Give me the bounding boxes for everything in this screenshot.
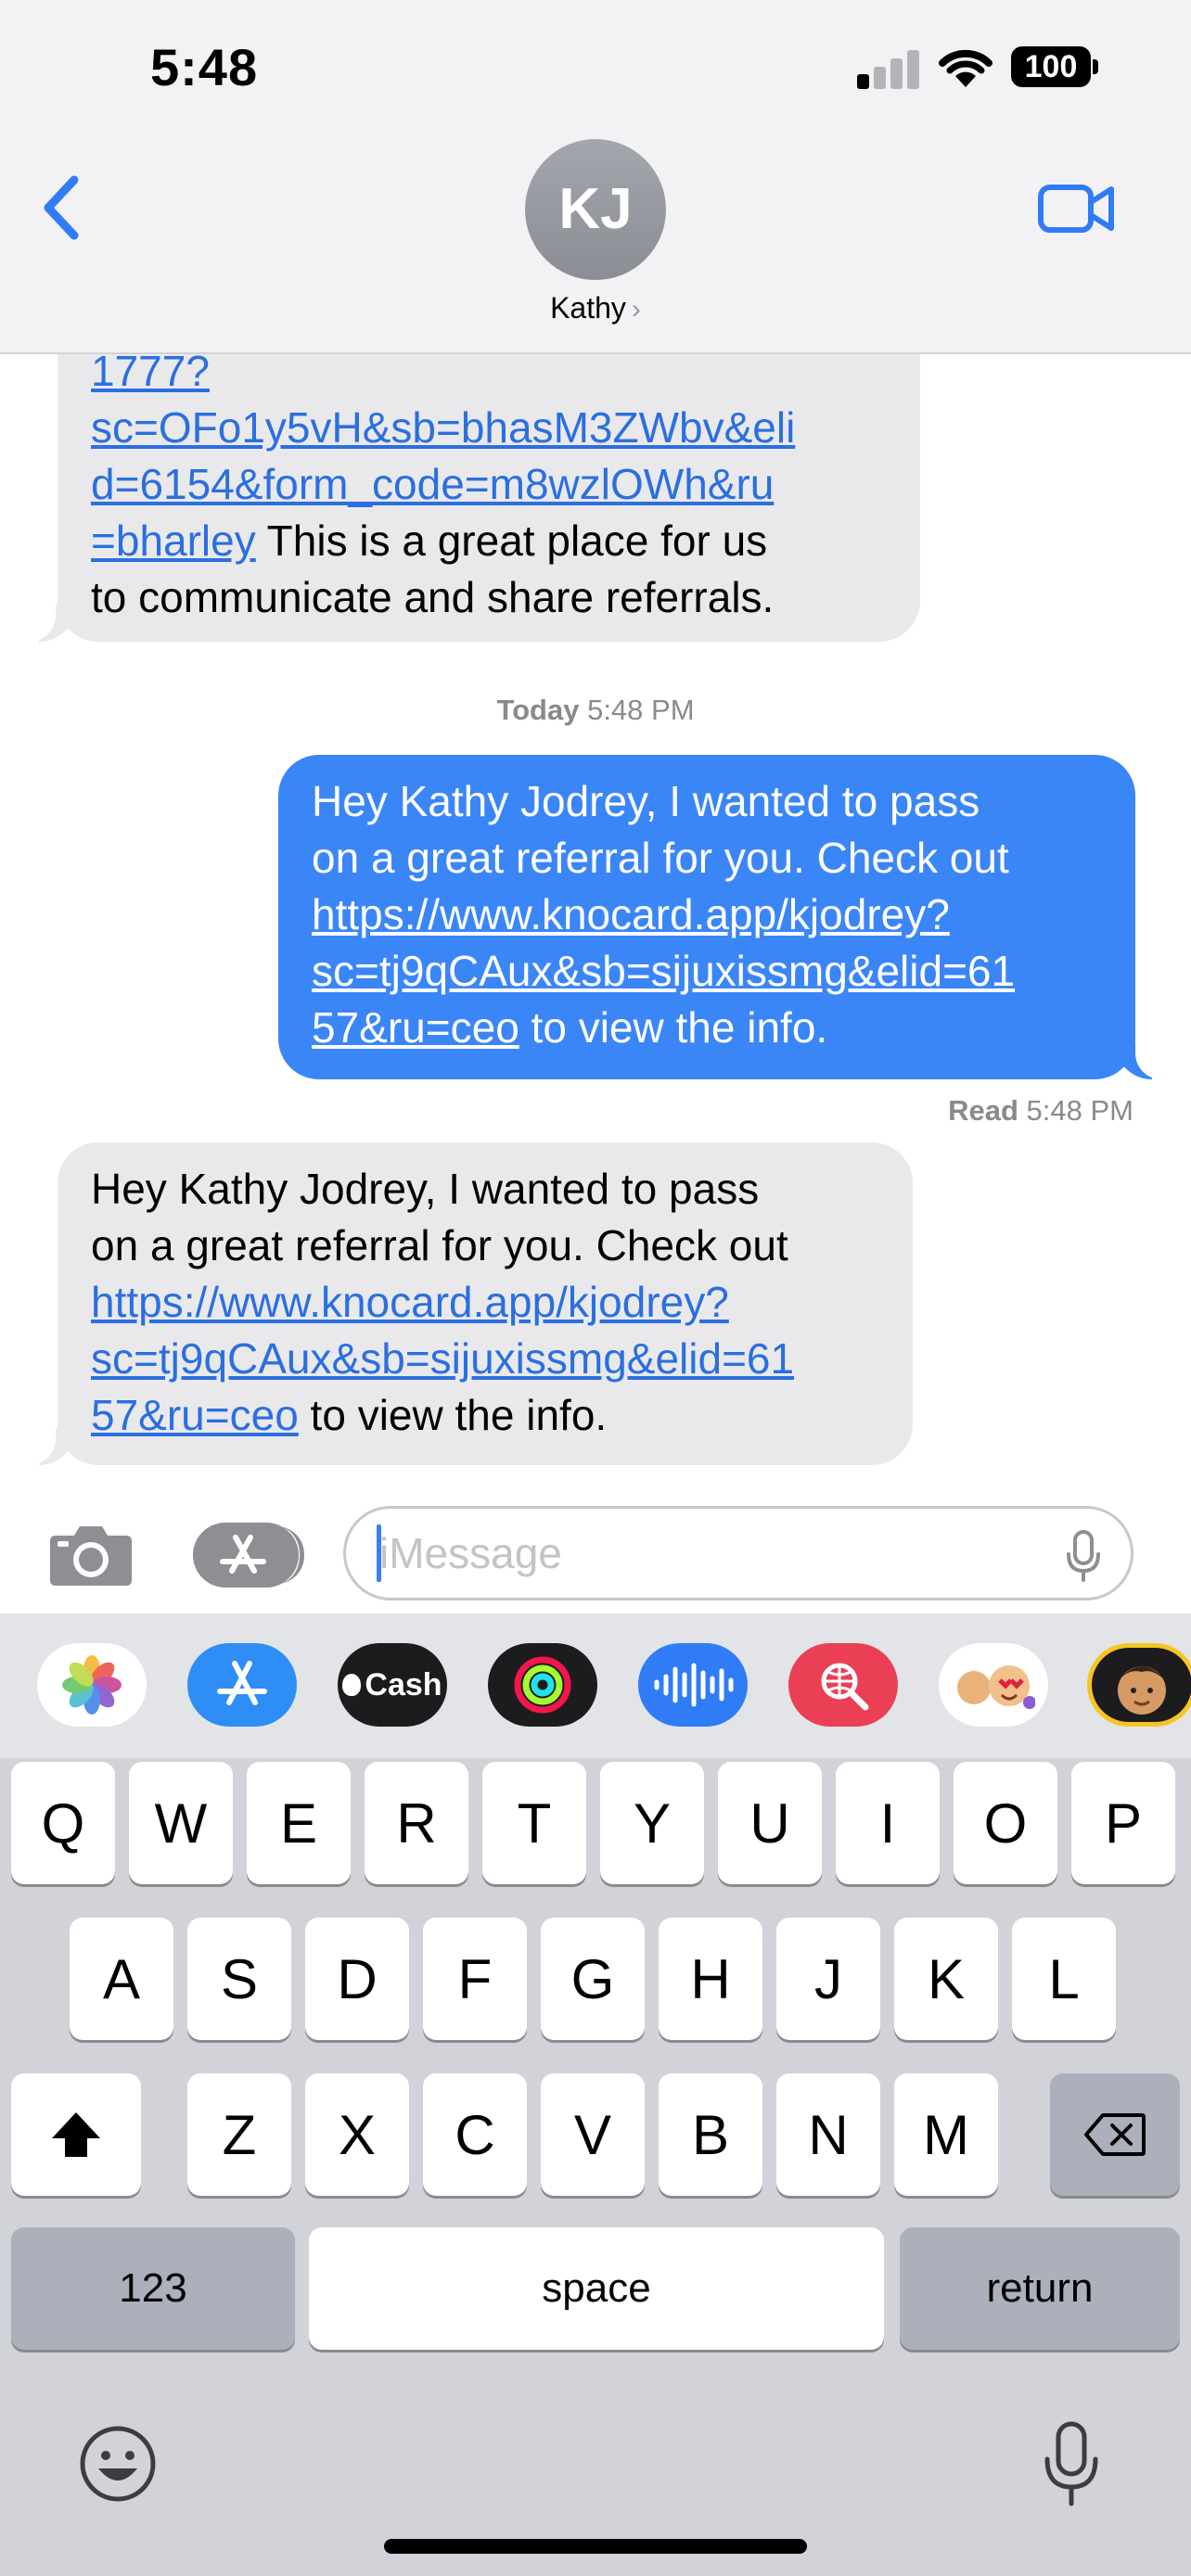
memoji-stickers-icon[interactable] (939, 1643, 1048, 1727)
key-t[interactable]: T (482, 1762, 586, 1884)
dictation-mic-icon[interactable] (1065, 1530, 1102, 1584)
apps-button-edge (276, 1526, 304, 1584)
key-l[interactable]: L (1012, 1918, 1116, 2040)
app-store-icon (220, 1535, 266, 1574)
key-a[interactable]: A (70, 1918, 173, 2040)
text-cursor (377, 1524, 381, 1582)
contact-avatar[interactable]: KJ (525, 139, 666, 280)
key-u[interactable]: U (718, 1762, 822, 1884)
battery-indicator: 100 (1011, 46, 1091, 87)
apps-button[interactable] (193, 1523, 304, 1588)
numbers-key[interactable]: 123 (11, 2227, 295, 2350)
key-w[interactable]: W (129, 1762, 233, 1884)
conversation-header: 5:48 100 KJ Kathy › (0, 0, 1191, 354)
message-text: to view the info. (519, 1003, 828, 1052)
key-s[interactable]: S (187, 1918, 291, 2040)
key-k[interactable]: K (894, 1918, 998, 2040)
cellular-signal-icon (857, 48, 920, 89)
app-store-icon[interactable] (187, 1643, 297, 1727)
facetime-video-icon[interactable] (1037, 182, 1115, 236)
key-v[interactable]: V (541, 2073, 645, 2196)
bubble-tail (19, 1428, 76, 1465)
bubble-tail (1115, 1042, 1172, 1079)
key-n[interactable]: N (776, 2073, 880, 2196)
key-b[interactable]: B (659, 2073, 762, 2196)
shift-arrow-icon (52, 2112, 100, 2157)
key-f[interactable]: F (423, 1918, 527, 2040)
key-h[interactable]: H (659, 1918, 762, 2040)
space-key[interactable]: space (309, 2227, 884, 2350)
waveform-icon (654, 1663, 734, 1707)
key-m[interactable]: M (894, 2073, 998, 2196)
key-x[interactable]: X (305, 2073, 409, 2196)
message-text: Hey Kathy Jodrey, I wanted to pass (312, 777, 980, 825)
message-text: to view the info. (298, 1391, 608, 1439)
home-indicator (384, 2539, 807, 2554)
activity-rings-icon (514, 1656, 571, 1714)
contact-name-button[interactable]: Kathy › (0, 291, 1191, 325)
photos-flower-icon (62, 1655, 122, 1715)
delete-key[interactable] (1050, 2073, 1180, 2196)
key-j[interactable]: J (776, 1918, 880, 2040)
camera-icon[interactable] (48, 1521, 134, 1588)
web-search-icon[interactable] (788, 1643, 898, 1727)
status-time: 5:48 (150, 38, 259, 96)
message-text: Hey Kathy Jodrey, I wanted to pass (91, 1165, 760, 1213)
apple-cash-icon[interactable]: Cash (338, 1643, 447, 1727)
shift-key[interactable] (11, 2073, 141, 2196)
key-i[interactable]: I (836, 1762, 940, 1884)
return-key[interactable]: return (900, 2227, 1180, 2350)
key-c[interactable]: C (423, 2073, 527, 2196)
sent-message-bubble[interactable]: Hey Kathy Jodrey, I wanted to pass on a … (278, 755, 1135, 1079)
conversation-timestamp: Today 5:48 PM (496, 694, 695, 726)
key-q[interactable]: Q (11, 1762, 115, 1884)
audio-message-icon[interactable] (638, 1643, 748, 1727)
battery-nub (1093, 59, 1098, 74)
backspace-icon (1084, 2113, 1146, 2156)
message-text: to communicate and share referrals. (91, 573, 775, 621)
message-text: on a great referral for you. Check out (91, 1221, 788, 1269)
key-p[interactable]: P (1071, 1762, 1175, 1884)
memoji-icon[interactable] (1087, 1643, 1191, 1727)
chevron-right-icon: › (631, 294, 641, 325)
emoji-icon[interactable] (78, 2424, 158, 2504)
imessage-input[interactable] (343, 1506, 1133, 1600)
activity-icon[interactable] (488, 1643, 597, 1727)
back-chevron-icon[interactable] (37, 171, 89, 245)
app-store-glyph-icon (217, 1661, 267, 1705)
bubble-tail (19, 605, 76, 642)
key-e[interactable]: E (247, 1762, 351, 1884)
dictation-mic-icon[interactable] (1043, 2420, 1100, 2509)
key-z[interactable]: Z (187, 2073, 291, 2196)
apple-logo-icon (342, 1674, 362, 1696)
photos-app-icon[interactable] (37, 1643, 147, 1727)
key-o[interactable]: O (954, 1762, 1057, 1884)
memoji-faces-icon (957, 1665, 1035, 1709)
message-text: This is a great place for us (255, 516, 768, 565)
key-r[interactable]: R (365, 1762, 468, 1884)
received-message-bubble[interactable]: Hey Kathy Jodrey, I wanted to pass on a … (58, 1142, 913, 1465)
key-d[interactable]: D (305, 1918, 409, 2040)
key-y[interactable]: Y (600, 1762, 704, 1884)
contact-name: Kathy (550, 291, 626, 325)
wifi-icon (939, 49, 992, 87)
memoji-face-icon (1118, 1666, 1166, 1715)
message-text: on a great referral for you. Check out (312, 834, 1009, 882)
globe-magnifier-icon (821, 1663, 869, 1711)
read-receipt: Read 5:48 PM (948, 1094, 1133, 1127)
key-g[interactable]: G (541, 1918, 645, 2040)
